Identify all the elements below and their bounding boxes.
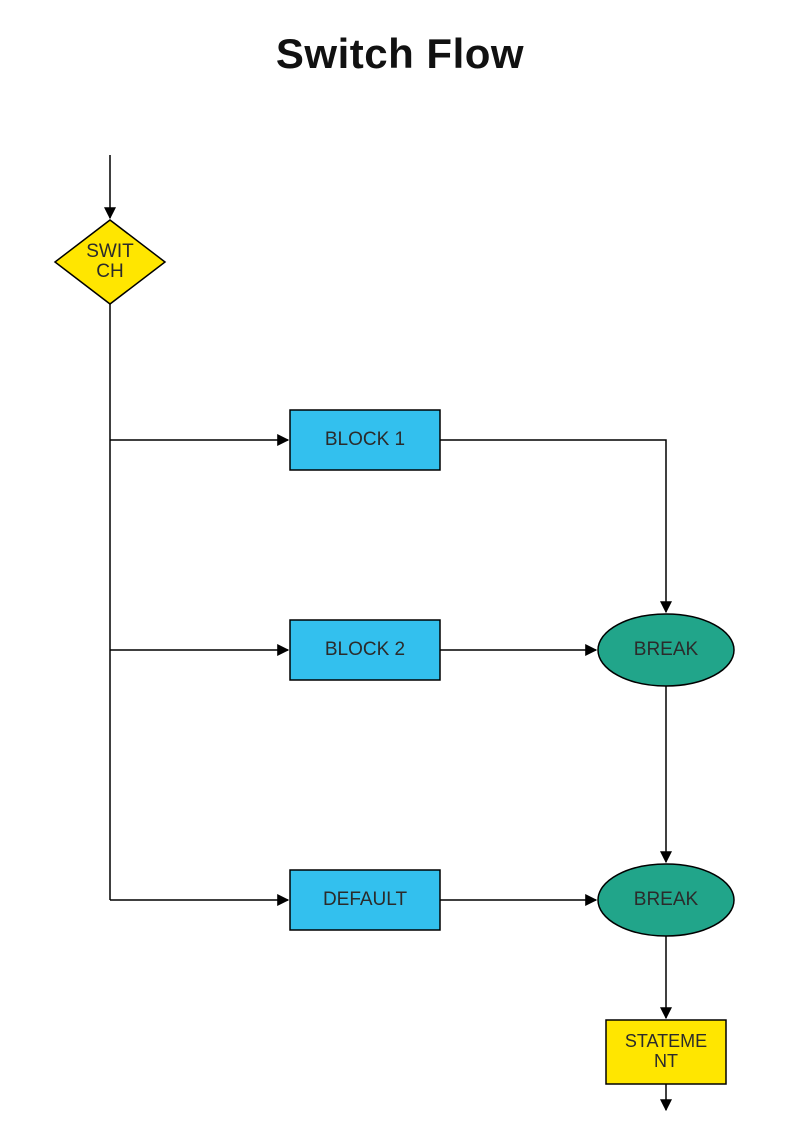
node-switch: SWIT CH — [55, 220, 165, 304]
default-label: DEFAULT — [323, 889, 408, 910]
block1-label: BLOCK 1 — [325, 429, 405, 450]
node-default: DEFAULT — [290, 870, 440, 930]
switch-label-line1: SWIT — [86, 241, 134, 262]
node-block1: BLOCK 1 — [290, 410, 440, 470]
break1-label: BREAK — [634, 639, 699, 660]
node-break-2: BREAK — [598, 864, 734, 936]
statement-label-line1: STATEME — [625, 1031, 707, 1051]
flowchart-svg: SWIT CH BLOCK 1 BLOCK 2 BREAK — [0, 0, 800, 1131]
break2-label: BREAK — [634, 889, 699, 910]
node-break-1: BREAK — [598, 614, 734, 686]
diagram-canvas: Switch Flow SWIT CH BLOCK 1 — [0, 0, 800, 1131]
node-block2: BLOCK 2 — [290, 620, 440, 680]
node-statement: STATEME NT — [606, 1020, 726, 1084]
statement-label-line2: NT — [654, 1051, 678, 1071]
switch-label-line2: CH — [96, 261, 123, 282]
block2-label: BLOCK 2 — [325, 639, 405, 660]
edge-block1-break — [440, 440, 666, 612]
